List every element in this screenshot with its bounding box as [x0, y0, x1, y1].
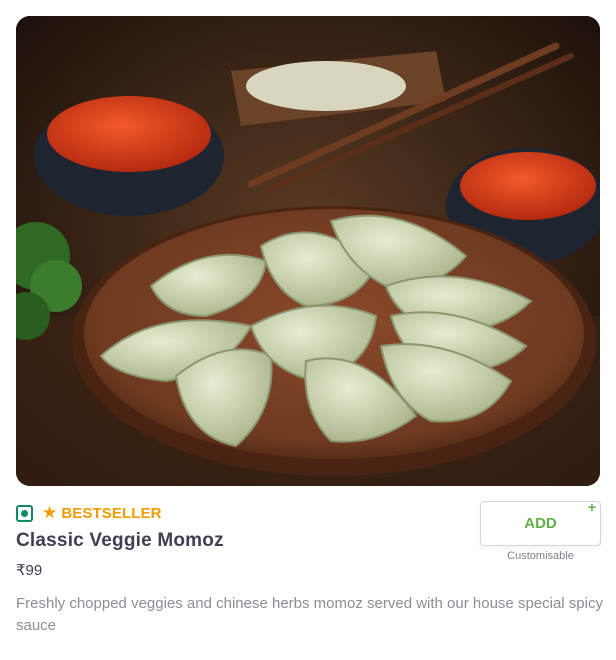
star-icon: ★	[42, 502, 58, 523]
add-control: ADD + Customisable	[480, 499, 601, 562]
plus-icon: +	[587, 499, 596, 515]
dish-image[interactable]	[16, 16, 600, 486]
bestseller-badge: ★ BESTSELLER	[42, 503, 162, 523]
item-name: Classic Veggie Momoz	[16, 530, 224, 551]
item-description: Freshly chopped veggies and chinese herb…	[16, 595, 603, 634]
item-price: ₹99	[16, 562, 43, 579]
veg-indicator-icon	[16, 505, 33, 522]
add-button[interactable]: ADD +	[480, 499, 601, 546]
bestseller-label: BESTSELLER	[61, 504, 162, 522]
add-button-label: ADD	[524, 515, 557, 532]
dish-photo-illustration	[16, 16, 600, 486]
veg-indicator-dot	[21, 510, 28, 517]
customisable-note: Customisable	[507, 550, 574, 562]
